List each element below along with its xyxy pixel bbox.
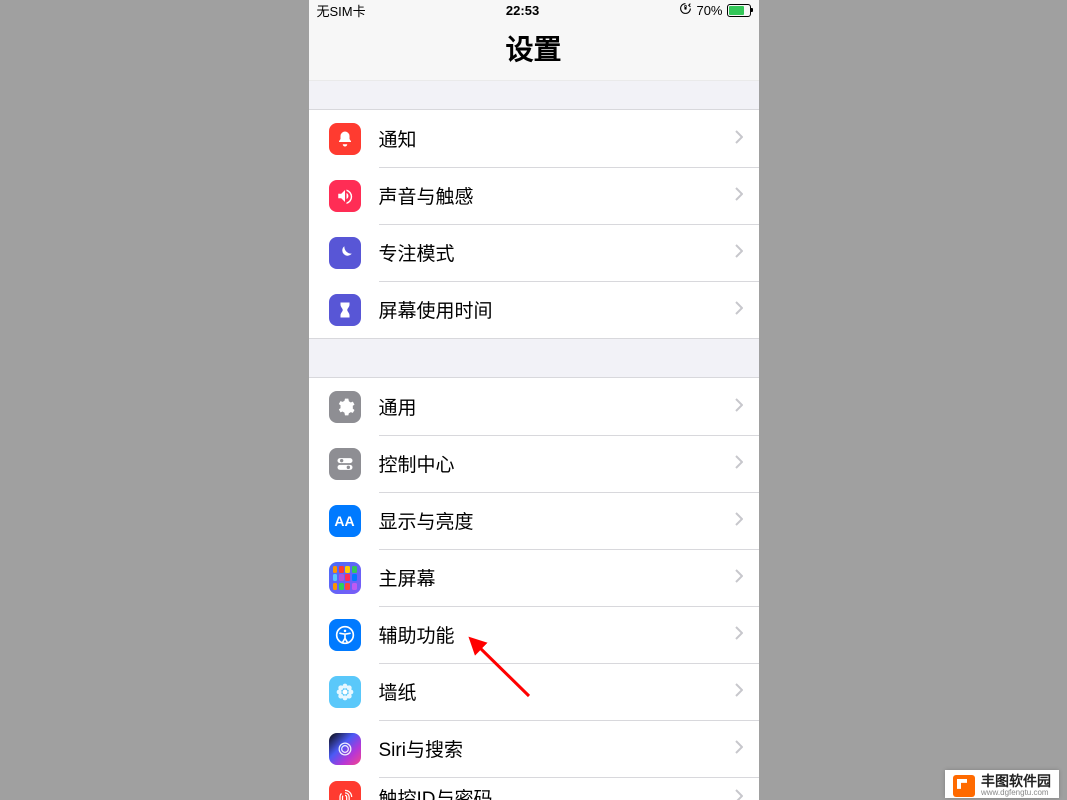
chevron-right-icon — [735, 740, 743, 757]
orientation-lock-icon — [679, 2, 692, 18]
chevron-right-icon — [735, 244, 743, 261]
row-screentime[interactable]: 屏幕使用时间 — [309, 281, 759, 338]
row-siri[interactable]: Siri与搜索 — [309, 720, 759, 777]
hourglass-icon — [329, 294, 361, 326]
row-label: 屏幕使用时间 — [379, 296, 735, 323]
row-notifications[interactable]: 通知 — [309, 110, 759, 167]
gear-icon — [329, 391, 361, 423]
flower-icon — [329, 676, 361, 708]
chevron-right-icon — [735, 187, 743, 204]
settings-group-1: 通知 声音与触感 专注模式 屏幕使用时间 — [309, 109, 759, 339]
row-general[interactable]: 通用 — [309, 378, 759, 435]
row-display[interactable]: AA 显示与亮度 — [309, 492, 759, 549]
row-label: Siri与搜索 — [379, 735, 735, 762]
row-control-center[interactable]: 控制中心 — [309, 435, 759, 492]
bell-icon — [329, 123, 361, 155]
switches-icon — [329, 448, 361, 480]
chevron-right-icon — [735, 455, 743, 472]
watermark: 丰图软件园 www.dgfengtu.com — [945, 770, 1059, 798]
row-accessibility[interactable]: 辅助功能 — [309, 606, 759, 663]
row-label: 墙纸 — [379, 678, 735, 705]
page-title: 设置 — [505, 34, 561, 65]
siri-icon — [329, 733, 361, 765]
row-homescreen[interactable]: 主屏幕 — [309, 549, 759, 606]
status-bar: 无SIM卡 22:53 70% — [309, 0, 759, 20]
chevron-right-icon — [735, 512, 743, 529]
row-sounds[interactable]: 声音与触感 — [309, 167, 759, 224]
row-focus[interactable]: 专注模式 — [309, 224, 759, 281]
watermark-logo-icon — [953, 775, 975, 797]
chevron-right-icon — [735, 569, 743, 586]
chevron-right-icon — [735, 626, 743, 643]
clock: 22:53 — [506, 3, 539, 18]
row-label: 显示与亮度 — [379, 507, 735, 534]
settings-group-2: 通用 控制中心 AA 显示与亮度 主屏幕 — [309, 377, 759, 800]
carrier-label: 无SIM卡 — [317, 1, 366, 20]
row-label: 触控ID与密码 — [379, 784, 735, 800]
accessibility-icon — [329, 619, 361, 651]
chevron-right-icon — [735, 301, 743, 318]
row-label: 通知 — [379, 125, 735, 152]
chevron-right-icon — [735, 789, 743, 800]
fingerprint-icon — [329, 781, 361, 800]
text-size-icon: AA — [329, 505, 361, 537]
battery-percent: 70% — [696, 3, 722, 18]
row-label: 通用 — [379, 393, 735, 420]
row-label: 声音与触感 — [379, 182, 735, 209]
row-label: 主屏幕 — [379, 564, 735, 591]
chevron-right-icon — [735, 683, 743, 700]
row-label: 辅助功能 — [379, 621, 735, 648]
speaker-icon — [329, 180, 361, 212]
watermark-title: 丰图软件园 — [981, 774, 1051, 789]
moon-icon — [329, 237, 361, 269]
phone-screen: 无SIM卡 22:53 70% 设置 通知 — [309, 0, 759, 800]
chevron-right-icon — [735, 398, 743, 415]
row-label: 控制中心 — [379, 450, 735, 477]
row-label: 专注模式 — [379, 239, 735, 266]
row-touchid[interactable]: 触控ID与密码 — [309, 777, 759, 800]
battery-icon — [727, 4, 751, 17]
row-wallpaper[interactable]: 墙纸 — [309, 663, 759, 720]
homescreen-icon — [329, 562, 361, 594]
watermark-url: www.dgfengtu.com — [981, 789, 1051, 798]
chevron-right-icon — [735, 130, 743, 147]
nav-header: 设置 — [309, 20, 759, 81]
